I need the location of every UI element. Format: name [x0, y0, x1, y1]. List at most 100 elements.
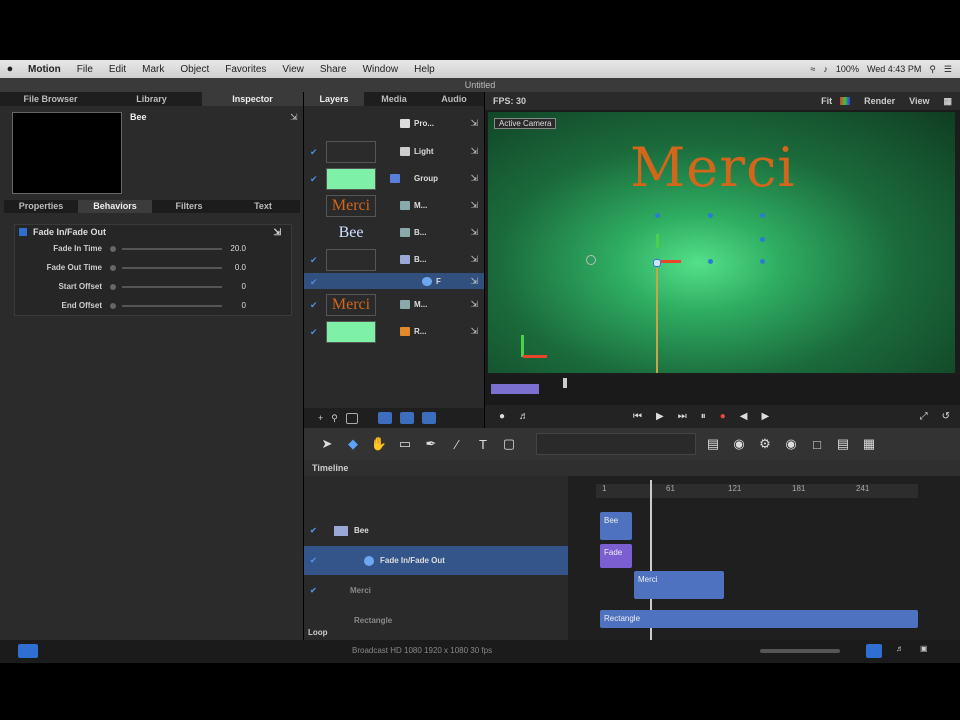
transform-tool-icon[interactable]: ◆	[344, 436, 362, 452]
keyframe-icon[interactable]	[110, 245, 116, 252]
go-to-start-icon[interactable]: ⏮	[633, 411, 642, 422]
clip-rectangle[interactable]: Rectangle	[600, 610, 918, 628]
share-button[interactable]	[18, 644, 38, 658]
next-keyframe-icon[interactable]: ▶	[762, 411, 770, 422]
behavior-enable-checkbox[interactable]	[19, 228, 27, 236]
layer-rectangle[interactable]: ✔ R... ⇲	[304, 318, 484, 345]
search-icon[interactable]: ⚲	[929, 64, 936, 75]
camera-icon[interactable]: ▤	[704, 436, 722, 452]
mask-tool-icon[interactable]: ▢	[500, 436, 518, 452]
tab-layers[interactable]: Layers	[304, 92, 364, 106]
x-axis-arrow[interactable]	[661, 260, 681, 263]
record-icon[interactable]: ●	[499, 411, 505, 422]
color-channel-icon[interactable]	[840, 97, 851, 105]
fade-in-value[interactable]: 20.0	[226, 244, 246, 253]
layer-checkbox[interactable]: ✔	[310, 174, 319, 184]
layer-checkbox[interactable]: ✔	[310, 147, 319, 157]
hud-field[interactable]	[536, 433, 696, 455]
tab-behaviors[interactable]: Behaviors	[78, 200, 152, 213]
start-offset-slider[interactable]	[122, 285, 222, 288]
mask-add-icon[interactable]: □	[808, 437, 826, 452]
timeline-row-merci[interactable]: ✔ Merci	[304, 576, 568, 605]
active-camera-menu[interactable]: Active Camera	[494, 118, 557, 129]
text-tool-icon[interactable]: T	[474, 437, 492, 452]
layer-merci-2[interactable]: ✔ Merci M... ⇲	[304, 291, 484, 318]
clip-fade[interactable]: Fade	[600, 544, 632, 568]
fullscreen-icon[interactable]: ▣	[920, 644, 928, 653]
filter-button[interactable]	[421, 412, 436, 424]
canvas-text-merci[interactable]: Merci	[630, 136, 796, 199]
loop-label[interactable]: Loop	[308, 628, 328, 637]
pin-icon[interactable]: ⇲	[470, 118, 478, 129]
clock[interactable]: Wed 4:43 PM	[867, 64, 921, 74]
anchor-point[interactable]	[653, 259, 661, 267]
loop-icon[interactable]: ⏸	[701, 411, 706, 422]
layout-icon[interactable]: ▦	[943, 96, 960, 107]
view-toggle-button[interactable]	[866, 644, 882, 658]
canvas-viewport[interactable]: Active Camera Merci	[488, 112, 955, 373]
menu-motion[interactable]: Motion	[20, 64, 69, 75]
pin-icon[interactable]: ⇲	[470, 276, 478, 287]
menu-help[interactable]: Help	[406, 64, 443, 75]
row-checkbox[interactable]: ✔	[304, 586, 350, 595]
layer-group[interactable]: ✔ Group ⇲	[304, 165, 484, 192]
bounding-handle[interactable]	[760, 237, 765, 242]
timeline-row-fade[interactable]: ✔ Fade In/Fade Out	[304, 546, 568, 575]
list-icon[interactable]: ☰	[944, 64, 952, 75]
pin-icon[interactable]: ⇲	[470, 200, 478, 211]
menu-view[interactable]: View	[274, 64, 312, 75]
paint-tool-icon[interactable]: ∕	[448, 437, 466, 452]
bezier-tool-icon[interactable]: ✒	[422, 436, 440, 452]
clip-bee[interactable]: Bee	[600, 512, 632, 540]
keyframe-icon[interactable]	[110, 264, 116, 271]
timeline-row[interactable]	[304, 480, 568, 509]
layer-fade-behavior[interactable]: ✔ F ⇲	[304, 273, 484, 289]
fade-in-slider[interactable]	[122, 247, 222, 250]
behavior-add-icon[interactable]: ⚙	[756, 436, 774, 452]
bounding-handle[interactable]	[708, 213, 713, 218]
fade-out-value[interactable]: 0.0	[226, 263, 246, 272]
zoom-slider[interactable]	[760, 649, 840, 653]
layer-checkbox[interactable]: ✔	[310, 277, 319, 287]
make-clone-icon[interactable]: ▤	[834, 436, 852, 452]
bounding-handle[interactable]	[708, 259, 713, 264]
pin-icon[interactable]: ⇲	[470, 299, 478, 310]
filter-add-icon[interactable]: ◉	[782, 436, 800, 452]
prev-keyframe-icon[interactable]: ◀	[740, 411, 748, 422]
layer-project[interactable]: Pro... ⇲	[304, 110, 484, 137]
apple-icon[interactable]: ●	[0, 63, 20, 75]
layer-bee[interactable]: Bee B... ⇲	[304, 219, 484, 246]
go-to-end-icon[interactable]: ⏭	[678, 411, 687, 422]
pin-icon[interactable]: ⇲	[470, 254, 478, 265]
pin-icon[interactable]: ⇲	[273, 227, 291, 238]
audio-icon[interactable]: ♬	[519, 411, 529, 422]
menu-object[interactable]: Object	[172, 64, 217, 75]
menu-share[interactable]: Share	[312, 64, 355, 75]
pin-icon[interactable]: ⇲	[470, 227, 478, 238]
view-menu[interactable]: View	[909, 96, 943, 106]
thumb-view-icon[interactable]	[345, 412, 358, 424]
clip-merci[interactable]: Merci	[634, 571, 724, 599]
render-menu[interactable]: Render	[864, 96, 909, 106]
end-offset-value[interactable]: 0	[226, 301, 246, 310]
timeline-row-rect[interactable]: Rectangle	[304, 611, 568, 629]
pan-tool-icon[interactable]: ✋	[370, 436, 388, 452]
tab-text[interactable]: Text	[226, 200, 300, 213]
battery-text[interactable]: 100%	[836, 64, 859, 74]
pin-icon[interactable]: ⇲	[290, 112, 298, 123]
bounding-handle[interactable]	[760, 259, 765, 264]
layer-light[interactable]: ✔ Light ⇲	[304, 138, 484, 165]
shape-tool-icon[interactable]: ▭	[396, 436, 414, 452]
layer-checkbox[interactable]: ✔	[310, 255, 319, 265]
layer-checkbox[interactable]: ✔	[310, 300, 319, 310]
bounding-handle[interactable]	[760, 213, 765, 218]
tab-inspector[interactable]: Inspector	[202, 92, 303, 106]
volume-icon[interactable]: ♪	[823, 64, 828, 74]
menu-window[interactable]: Window	[355, 64, 407, 75]
behavior-button[interactable]	[399, 412, 414, 424]
fade-out-slider[interactable]	[122, 266, 222, 269]
tab-audio[interactable]: Audio	[424, 92, 484, 106]
tab-properties[interactable]: Properties	[4, 200, 78, 213]
grid-icon[interactable]: ▦	[860, 436, 878, 452]
tab-file-browser[interactable]: File Browser	[0, 92, 101, 106]
